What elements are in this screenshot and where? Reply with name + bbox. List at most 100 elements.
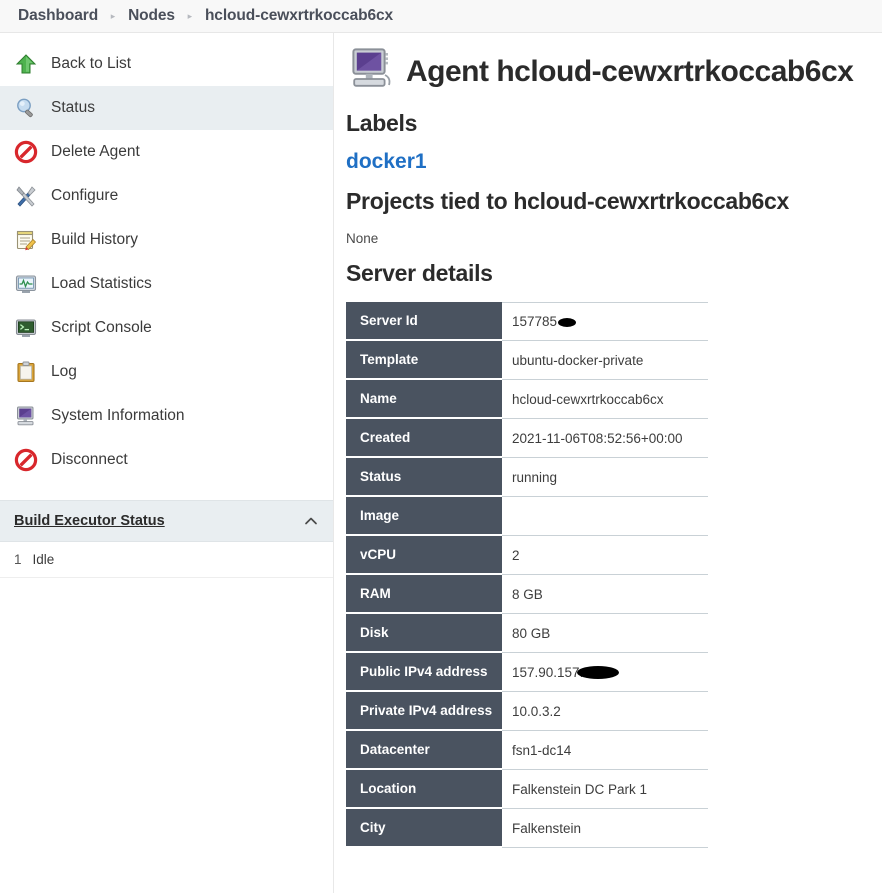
server-details-table: Server Id 157785 Template ubuntu-docker-pri…: [346, 302, 708, 848]
detail-key: Template: [346, 341, 502, 380]
sidebar-item-label: Back to List: [51, 55, 132, 72]
sidebar-item-delete-agent[interactable]: Delete Agent: [0, 130, 333, 174]
table-row: Server Id 157785: [346, 302, 708, 341]
breadcrumb-item-nodes[interactable]: Nodes: [128, 7, 175, 25]
sidebar-item-load-statistics[interactable]: Load Statistics: [0, 262, 333, 306]
detail-value-text: 10.0.3.2: [512, 703, 561, 719]
table-row: City Falkenstein: [346, 809, 708, 848]
breadcrumb-separator-icon: ▸: [187, 10, 193, 21]
sidebar-item-label: Status: [51, 99, 95, 116]
labels-heading: Labels: [346, 110, 418, 136]
detail-value-text: ubuntu-docker-private: [512, 352, 644, 368]
detail-key: RAM: [346, 575, 502, 614]
detail-key: Private IPv4 address: [346, 692, 502, 731]
sidebar: Back to List Status Delete Agent Configu…: [0, 33, 334, 893]
detail-value: [502, 497, 708, 536]
detail-value-text: fsn1-dc14: [512, 742, 572, 758]
detail-value: 157785: [502, 302, 708, 341]
breadcrumb-item-agent[interactable]: hcloud-cewxrtrkoccab6cx: [205, 7, 393, 25]
sidebar-item-build-history[interactable]: Build History: [0, 218, 333, 262]
breadcrumb-item-dashboard[interactable]: Dashboard: [18, 7, 98, 25]
table-row: Public IPv4 address 157.90.157.: [346, 653, 708, 692]
terminal-icon: [13, 315, 39, 341]
sidebar-item-label: Disconnect: [51, 451, 128, 468]
no-entry-icon: [13, 447, 39, 473]
server-details-heading: Server details: [346, 260, 493, 286]
redaction-mark: [558, 317, 577, 327]
sidebar-item-status[interactable]: Status: [0, 86, 333, 130]
computer-icon: [346, 47, 396, 96]
body-wrapper: Back to List Status Delete Agent Configu…: [0, 33, 882, 893]
detail-value: fsn1-dc14: [502, 731, 708, 770]
detail-key: City: [346, 809, 502, 848]
magnifier-icon: [13, 95, 39, 121]
sidebar-item-log[interactable]: Log: [0, 350, 333, 394]
table-row: RAM 8 GB: [346, 575, 708, 614]
sidebar-item-label: Configure: [51, 187, 119, 204]
table-row: Created 2021-11-06T08:52:56+00:00: [346, 419, 708, 458]
sidebar-item-back-to-list[interactable]: Back to List: [0, 42, 333, 86]
projects-heading: Projects tied to hcloud-cewxrtrkoccab6cx: [346, 188, 790, 214]
up-arrow-icon: [13, 51, 39, 77]
page-title: Agent hcloud-cewxrtrkoccab6cx: [406, 54, 854, 88]
no-entry-icon: [13, 139, 39, 165]
detail-value: Falkenstein: [502, 809, 708, 848]
detail-value: 10.0.3.2: [502, 692, 708, 731]
detail-value-text: 80 GB: [512, 625, 551, 641]
detail-value: Falkenstein DC Park 1: [502, 770, 708, 809]
detail-value-text: Falkenstein DC Park 1: [512, 781, 648, 797]
server-details-body: Server Id 157785 Template ubuntu-docker-pri…: [346, 302, 708, 848]
detail-key: Location: [346, 770, 502, 809]
table-row: Private IPv4 address 10.0.3.2: [346, 692, 708, 731]
detail-value: running: [502, 458, 708, 497]
detail-value: 8 GB: [502, 575, 708, 614]
detail-value: 80 GB: [502, 614, 708, 653]
table-row: Name hcloud-cewxrtrkoccab6cx: [346, 380, 708, 419]
detail-value-text: 157785: [512, 314, 558, 329]
detail-value-text: running: [512, 469, 558, 485]
page-root: Dashboard ▸ Nodes ▸ hcloud-cewxrtrkoccab…: [0, 0, 882, 893]
sidebar-item-script-console[interactable]: Script Console: [0, 306, 333, 350]
build-executor-status-header[interactable]: Build Executor Status: [0, 500, 333, 542]
sidebar-item-label: Delete Agent: [51, 143, 140, 160]
redaction-mark: [577, 666, 620, 680]
sidebar-item-label: Build History: [51, 231, 138, 248]
table-row: Disk 80 GB: [346, 614, 708, 653]
label-link-docker1[interactable]: docker1: [346, 150, 427, 174]
detail-value: 2: [502, 536, 708, 575]
breadcrumb: Dashboard ▸ Nodes ▸ hcloud-cewxrtrkoccab…: [0, 0, 882, 33]
detail-key: Datacenter: [346, 731, 502, 770]
detail-value: 157.90.157.: [502, 653, 708, 692]
computer-icon: [13, 403, 39, 429]
detail-value-text: 8 GB: [512, 586, 543, 602]
table-row: Template ubuntu-docker-private: [346, 341, 708, 380]
projects-value: None: [346, 231, 379, 246]
sidebar-item-disconnect[interactable]: Disconnect: [0, 438, 333, 482]
agent-header: Agent hcloud-cewxrtrkoccab6cx: [346, 47, 882, 96]
detail-value-text: 2021-11-06T08:52:56+00:00: [512, 430, 683, 446]
sidebar-item-label: System Information: [51, 407, 185, 424]
sidebar-item-configure[interactable]: Configure: [0, 174, 333, 218]
detail-value-text: 157.90.157.: [512, 664, 584, 680]
notepad-pencil-icon: [13, 227, 39, 253]
table-row: vCPU 2: [346, 536, 708, 575]
wrench-screwdriver-icon: [13, 183, 39, 209]
detail-key: Created: [346, 419, 502, 458]
detail-value: ubuntu-docker-private: [502, 341, 708, 380]
sidebar-item-system-information[interactable]: System Information: [0, 394, 333, 438]
detail-key: Name: [346, 380, 502, 419]
detail-value-text: hcloud-cewxrtrkoccab6cx: [512, 391, 664, 407]
detail-value: hcloud-cewxrtrkoccab6cx: [502, 380, 708, 419]
sidebar-item-label: Script Console: [51, 319, 152, 336]
table-row: Datacenter fsn1-dc14: [346, 731, 708, 770]
table-row: Image: [346, 497, 708, 536]
sidebar-item-label: Log: [51, 363, 77, 380]
detail-key: Status: [346, 458, 502, 497]
detail-value-text: 2: [512, 547, 520, 563]
executor-state: Idle: [32, 552, 55, 567]
executor-number: 1: [14, 552, 22, 567]
executor-row[interactable]: 1 Idle: [0, 542, 333, 578]
table-row: Status running: [346, 458, 708, 497]
detail-key: Public IPv4 address: [346, 653, 502, 692]
chevron-up-icon[interactable]: [303, 513, 319, 529]
